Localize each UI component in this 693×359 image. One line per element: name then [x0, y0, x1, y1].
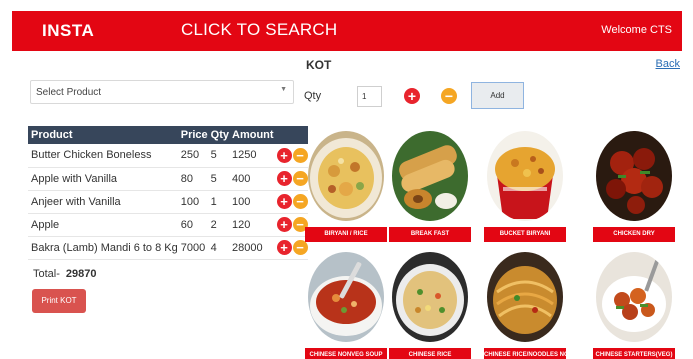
category-label: CHINESE RICE/NOODLES NON VEG	[484, 348, 566, 359]
cell-actions: + −	[273, 144, 308, 168]
column-header-product: Product	[28, 126, 178, 144]
category-tile-chinese-rice[interactable]: CHINESE RICE	[389, 252, 471, 359]
plus-circle-icon[interactable]: +	[276, 147, 292, 163]
cell-product: Bakra (Lamb) Mandi 6 to 8 Kg	[28, 236, 178, 260]
top-navbar: INSTA CLICK TO SEARCH Welcome CTS	[12, 11, 682, 51]
minus-circle-icon[interactable]: −	[292, 240, 308, 255]
cell-product: Apple	[28, 213, 178, 237]
veg-starters-image	[596, 252, 672, 342]
category-tile-veg-starters[interactable]: CHINESE STARTERS(VEG)	[593, 252, 675, 359]
category-label: CHINESE STARTERS(VEG)	[593, 348, 675, 359]
cell-amount: 120	[229, 213, 274, 237]
cell-price: 250	[177, 144, 208, 168]
decrease-qty-icon[interactable]: −	[441, 88, 457, 104]
cell-qty: 1	[207, 190, 230, 214]
category-label: CHICKEN DRY	[593, 227, 675, 242]
welcome-text: Welcome CTS	[601, 24, 672, 36]
biryani-rice-image	[308, 131, 384, 221]
cell-actions: + −	[273, 190, 308, 214]
category-tile-nonveg-soup[interactable]: CHINESE NONVEG SOUP	[305, 252, 387, 359]
back-link[interactable]: Back	[656, 58, 680, 70]
minus-circle-icon[interactable]: −	[292, 171, 308, 186]
cell-actions: + −	[273, 236, 308, 260]
minus-circle-icon[interactable]: −	[292, 147, 308, 163]
total-label: Total-	[33, 268, 60, 280]
cell-qty: 5	[207, 144, 230, 168]
print-kot-button[interactable]: Print KOT	[32, 289, 86, 313]
plus-circle-icon[interactable]: +	[276, 240, 292, 255]
column-header-qty: Qty	[207, 126, 230, 144]
cell-amount: 100	[229, 190, 274, 214]
cell-price: 60	[177, 213, 208, 237]
kot-title: KOT	[306, 58, 332, 72]
product-select-value: Select Product	[36, 87, 102, 98]
cell-qty: 2	[207, 213, 230, 237]
cell-actions: + −	[273, 167, 308, 191]
category-label: BREAK FAST	[389, 227, 471, 242]
cell-product: Apple with Vanilla	[28, 167, 178, 191]
plus-circle-icon[interactable]: +	[276, 217, 292, 232]
cell-amount: 1250	[229, 144, 274, 168]
chinese-rice-image	[392, 252, 468, 342]
category-tile-noodles-nonveg[interactable]: CHINESE RICE/NOODLES NON VEG	[484, 252, 566, 359]
qty-label: Qty	[304, 90, 322, 102]
cell-product: Butter Chicken Boneless	[28, 144, 178, 168]
cell-qty: 5	[207, 167, 230, 191]
cell-product: Anjeer with Vanilla	[28, 190, 178, 214]
table-row: Anjeer with Vanilla 100 1 100 + −	[28, 190, 308, 214]
table-row: Butter Chicken Boneless 250 5 1250 + −	[28, 144, 308, 168]
column-header-price: Price	[177, 126, 208, 144]
brand-logo[interactable]: INSTA	[42, 21, 94, 41]
cell-price: 80	[177, 167, 208, 191]
category-tile-breakfast[interactable]: BREAK FAST	[389, 131, 471, 242]
noodles-image	[487, 252, 563, 342]
category-label: BUCKET BIRYANI	[484, 227, 566, 242]
table-row: Apple with Vanilla 80 5 400 + −	[28, 167, 308, 191]
table-row: Apple 60 2 120 + −	[28, 213, 308, 237]
category-tile-biryani-rice[interactable]: BIRYANI / RICE	[305, 131, 387, 242]
plus-circle-icon[interactable]: +	[276, 171, 292, 186]
cell-qty: 4	[207, 236, 230, 260]
category-label: CHINESE RICE	[389, 348, 471, 359]
table-row: Bakra (Lamb) Mandi 6 to 8 Kg 7000 4 2800…	[28, 236, 308, 260]
table-header-row: Product Price Qty Amount	[28, 126, 308, 144]
column-header-actions	[273, 126, 308, 144]
breakfast-dosa-image	[392, 131, 468, 221]
category-tile-bucket-biryani[interactable]: BUCKET BIRYANI	[484, 131, 566, 242]
category-label: BIRYANI / RICE	[305, 227, 387, 242]
total-value: 29870	[65, 268, 97, 280]
order-total: Total- 29870	[33, 268, 97, 280]
dropdown-arrow-icon: ▼	[280, 86, 287, 93]
chicken-dry-image	[596, 131, 672, 221]
cell-price: 7000	[177, 236, 208, 260]
nonveg-soup-image	[308, 252, 384, 342]
category-label: CHINESE NONVEG SOUP	[305, 348, 387, 359]
product-select[interactable]: Select Product ▼	[30, 80, 294, 104]
column-header-amount: Amount	[229, 126, 274, 144]
qty-input[interactable]: 1	[357, 86, 382, 107]
cell-actions: + −	[273, 213, 308, 237]
minus-circle-icon[interactable]: −	[292, 194, 308, 209]
cell-price: 100	[177, 190, 208, 214]
cell-amount: 400	[229, 167, 274, 191]
plus-circle-icon[interactable]: +	[276, 194, 292, 209]
add-button[interactable]: Add	[471, 82, 524, 109]
bucket-biryani-image	[487, 131, 563, 221]
cell-amount: 28000	[229, 236, 274, 260]
category-tile-chicken-dry[interactable]: CHICKEN DRY	[593, 131, 675, 242]
order-table: Product Price Qty Amount Butter Chicken …	[28, 126, 308, 260]
increase-qty-icon[interactable]: +	[404, 88, 420, 104]
search-link[interactable]: CLICK TO SEARCH	[181, 20, 337, 40]
